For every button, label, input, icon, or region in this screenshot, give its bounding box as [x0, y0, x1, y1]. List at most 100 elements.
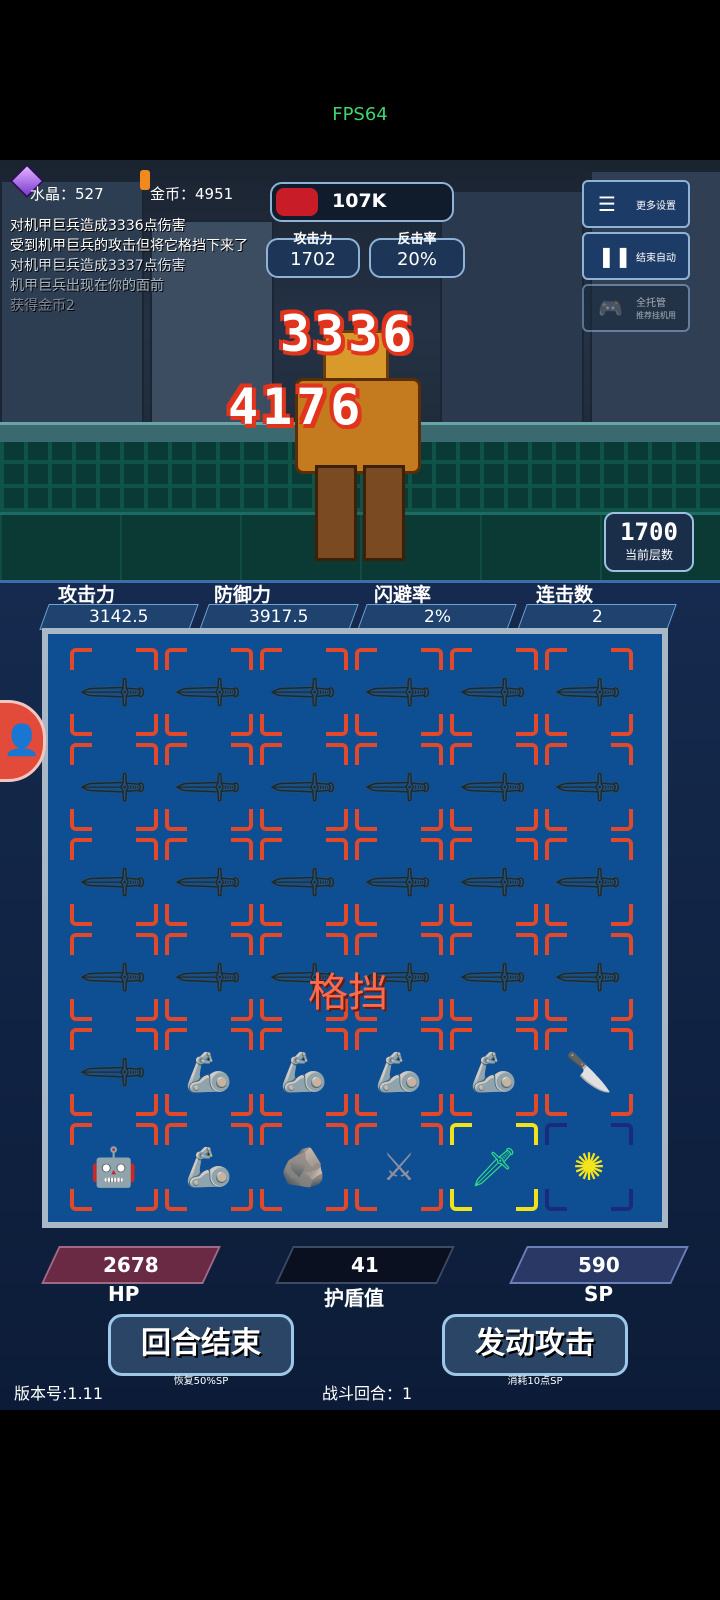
grid-cell[interactable]: 🗡 — [70, 743, 158, 831]
gauntlet-icon: 🦾 — [185, 1145, 233, 1189]
cell-corner — [611, 1123, 633, 1145]
cell-corner — [165, 743, 187, 765]
grid-cell[interactable]: ✺ — [545, 1123, 633, 1211]
cell-corner — [545, 999, 567, 1021]
cell-corner — [136, 1094, 158, 1116]
cell-corner — [421, 933, 443, 955]
cell-corner — [326, 838, 348, 860]
cell-corner — [545, 648, 567, 670]
grid-cell[interactable]: 🗡 — [355, 838, 443, 926]
cell-corner — [450, 714, 472, 736]
grid-cell[interactable]: 🦾 — [355, 1028, 443, 1116]
cell-corner — [260, 1028, 282, 1050]
end-auto-button[interactable]: ❚❚ 结束自动 — [582, 232, 690, 280]
parry-popup: 格挡 — [308, 970, 388, 1016]
cell-corner — [326, 933, 348, 955]
current-floor: 1700 当前层数 — [604, 512, 694, 572]
grid-cell[interactable]: 🦾 — [260, 1028, 348, 1116]
grid-cell[interactable]: 🗡 — [165, 648, 253, 736]
enemy-attack-stat: 攻击力 1702 — [266, 232, 360, 278]
battle-log: 对机甲巨兵造成3336点伤害 受到机甲巨兵的攻击但将它格挡下来了 对机甲巨兵造成… — [10, 216, 248, 316]
end-turn-button[interactable]: 回合结束 恢复50%SP — [108, 1314, 294, 1387]
cell-corner — [260, 743, 282, 765]
cell-corner — [450, 1123, 472, 1145]
grid-cell[interactable]: 🗡 — [70, 1028, 158, 1116]
grid-cell[interactable]: 🤖 — [70, 1123, 158, 1211]
grid-cell[interactable]: 🗡 — [545, 743, 633, 831]
floor-label: 当前层数 — [624, 548, 673, 562]
cell-corner — [516, 1028, 538, 1050]
cell-corner — [165, 809, 187, 831]
cell-corner — [545, 933, 567, 955]
grid-cell[interactable]: 🗡 — [165, 933, 253, 1021]
mech-leg — [315, 465, 357, 561]
cell-corner — [450, 648, 472, 670]
grid-cell[interactable]: 🔪 — [545, 1028, 633, 1116]
shield-bar: 41 — [275, 1246, 455, 1284]
cell-corner — [70, 743, 92, 765]
log-line: 机甲巨兵出现在你的面前 — [10, 278, 164, 294]
grid-cell[interactable]: 🦾 — [450, 1028, 538, 1116]
grid-cell[interactable]: 🗡 — [545, 933, 633, 1021]
cell-corner — [421, 838, 443, 860]
cell-corner — [165, 648, 187, 670]
cell-corner — [355, 1028, 377, 1050]
cell-corner — [231, 1028, 253, 1050]
grid-cell[interactable]: 🗡 — [70, 933, 158, 1021]
grid-cell[interactable]: 🗡 — [355, 648, 443, 736]
cell-corner — [421, 1123, 443, 1145]
grid-cell[interactable]: 🗡 — [355, 743, 443, 831]
grid-cell[interactable]: 🗡 — [70, 648, 158, 736]
cell-corner — [326, 1028, 348, 1050]
grid-cell[interactable]: 🗡 — [260, 648, 348, 736]
cell-corner — [260, 1189, 282, 1211]
cell-corner — [165, 1094, 187, 1116]
full-auto-label: 全托管 — [636, 298, 666, 309]
grid-cell[interactable]: 🦾 — [165, 1028, 253, 1116]
enemy-mech-giant[interactable] — [285, 330, 425, 561]
cell-corner — [70, 1189, 92, 1211]
cell-corner — [516, 809, 538, 831]
full-auto-button[interactable]: 🎮 全托管 推荐挂机用 — [582, 284, 690, 332]
grid-cell[interactable]: 🗡 — [545, 648, 633, 736]
cell-corner — [136, 714, 158, 736]
grid-cell[interactable]: 🗡 — [165, 838, 253, 926]
grid-cell[interactable]: 🗡 — [260, 838, 348, 926]
cell-corner — [165, 999, 187, 1021]
cell-corner — [136, 1189, 158, 1211]
cell-corner — [70, 809, 92, 831]
grid-cell[interactable]: 🗡 — [450, 648, 538, 736]
grid-cell[interactable]: ⚔ — [355, 1123, 443, 1211]
cell-corner — [421, 809, 443, 831]
grid-cell[interactable]: 🗡 — [450, 933, 538, 1021]
grid-cell[interactable]: 🗡 — [450, 838, 538, 926]
cell-corner — [231, 1123, 253, 1145]
grid-cell[interactable]: 🗡 — [450, 743, 538, 831]
cell-corner — [70, 904, 92, 926]
cell-corner — [136, 648, 158, 670]
grid-cell[interactable]: 🗡 — [260, 743, 348, 831]
cell-corner — [450, 1094, 472, 1116]
cell-corner — [70, 1028, 92, 1050]
enemy-counter-value: 20% — [396, 249, 437, 270]
cell-corner — [326, 1094, 348, 1116]
grid-cell[interactable]: 🗡 — [545, 838, 633, 926]
grid-cell[interactable]: 🗡 — [450, 1123, 538, 1211]
enemy-counter-stat: 反击率 20% — [369, 232, 465, 278]
yellow-sun-icon: ✺ — [573, 1145, 605, 1189]
grid-cell[interactable]: 🪨 — [260, 1123, 348, 1211]
grid-cell[interactable]: 🦾 — [165, 1123, 253, 1211]
cell-corner — [260, 648, 282, 670]
cell-corner — [231, 714, 253, 736]
grid-cell[interactable]: 🗡 — [70, 838, 158, 926]
attack-button[interactable]: 发动攻击 消耗10点SP — [442, 1314, 628, 1387]
grid-cell[interactable]: 🗡 — [165, 743, 253, 831]
cell-corner — [231, 648, 253, 670]
cell-corner — [326, 1189, 348, 1211]
cell-corner — [516, 1094, 538, 1116]
cell-corner — [136, 743, 158, 765]
cell-corner — [260, 714, 282, 736]
cell-corner — [545, 1123, 567, 1145]
cell-corner — [450, 904, 472, 926]
more-settings-button[interactable]: ☰ 更多设置 — [582, 180, 690, 228]
